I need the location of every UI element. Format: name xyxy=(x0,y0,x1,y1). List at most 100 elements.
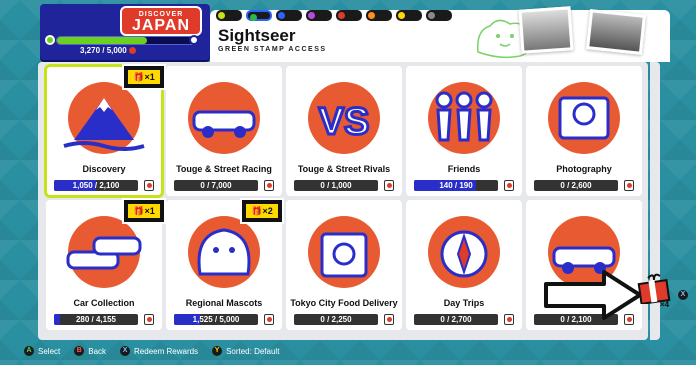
category-tab-5[interactable] xyxy=(366,10,392,21)
card-title: Touge & Street Rivals xyxy=(297,164,391,174)
category-tab-3[interactable] xyxy=(306,10,332,21)
total-points-text: 3,270 / 5,000 xyxy=(80,46,127,55)
hint-label: Select xyxy=(38,346,61,356)
b-button-icon: B xyxy=(74,346,85,356)
total-points: 3,270 / 5,000 xyxy=(80,46,136,55)
reward-count: ×1 xyxy=(144,206,155,216)
card-progress-text: 0 / 1,000 xyxy=(320,181,352,190)
card-progress-bar: 280 / 4,155 xyxy=(54,314,138,325)
card-progress-bar: 0 / 2,600 xyxy=(534,180,618,191)
hint-label: Back xyxy=(88,346,107,356)
stamp-card-vs[interactable]: VS Touge & Street Rivals 0 / 1,000 xyxy=(286,66,402,196)
stamp-icon xyxy=(264,314,274,325)
lock-icon xyxy=(428,12,435,19)
gift-count: ×4 xyxy=(660,300,670,309)
stamp-icon xyxy=(218,12,225,19)
y-button-icon: Y xyxy=(212,346,223,356)
stamp-card-people[interactable]: Friends 140 / 190 xyxy=(406,66,522,196)
reward-badge: 🎁×1 xyxy=(122,198,166,224)
stamp-card-race-cars[interactable]: Touge & Street Racing 0 / 7,000 xyxy=(166,66,282,196)
category-tab-2[interactable] xyxy=(276,10,302,21)
stamp-icon xyxy=(250,14,257,21)
card-title: Touge & Street Racing xyxy=(176,164,272,174)
arrow-right-icon xyxy=(544,270,642,320)
vs-icon: VS xyxy=(308,82,380,154)
photo-polaroid xyxy=(586,9,646,55)
compass-icon xyxy=(428,216,500,288)
stamp-card-food-bag[interactable]: Tokyo City Food Delivery 0 / 2,250 xyxy=(286,200,402,330)
page-subtitle: GREEN STAMP ACCESS xyxy=(218,46,327,53)
button-hints: A Select B Back X Redeem Rewards Y Sorted: Defa… xyxy=(24,346,279,356)
card-progress-text: 0 / 2,250 xyxy=(320,315,352,324)
reward-badge: 🎁×1 xyxy=(122,64,166,90)
lock-icon xyxy=(338,12,345,19)
stamp-icon xyxy=(128,47,136,55)
reward-count: ×1 xyxy=(144,72,155,82)
hint-select[interactable]: A Select xyxy=(24,346,60,356)
card-progress-bar: 140 / 190 xyxy=(414,180,498,191)
card-title: Regional Mascots xyxy=(185,298,263,308)
progress-end-icon xyxy=(189,35,199,45)
progress-fill xyxy=(57,37,148,44)
hint-back[interactable]: B Back xyxy=(74,346,106,356)
stamp-icon xyxy=(384,314,394,325)
x-button-icon: X xyxy=(120,346,131,356)
card-title: Discovery xyxy=(82,164,126,174)
card-progress-text: 140 / 190 xyxy=(439,181,473,190)
reward-count: ×2 xyxy=(262,206,273,216)
hint-redeem-rewards[interactable]: X Redeem Rewards xyxy=(120,346,198,356)
logo-line2: JAPAN xyxy=(131,17,191,34)
gift-icon[interactable] xyxy=(636,270,672,304)
card-progress-text: 1,525 / 5,000 xyxy=(192,315,240,324)
category-tab-6[interactable] xyxy=(396,10,422,21)
card-title: Day Trips xyxy=(443,298,485,308)
card-progress-text: 280 / 4,155 xyxy=(75,315,117,324)
category-tab-0[interactable] xyxy=(216,10,242,21)
category-tab-7[interactable] xyxy=(426,10,452,21)
card-title: Car Collection xyxy=(73,298,135,308)
stamp-icon xyxy=(384,180,394,191)
card-progress-bar: 0 / 2,250 xyxy=(294,314,378,325)
photo-polaroid xyxy=(518,6,574,54)
stamp-icon xyxy=(144,180,154,191)
total-progress-bar xyxy=(45,35,199,45)
category-tabs[interactable] xyxy=(216,10,452,22)
stamp-card-compass[interactable]: Day Trips 0 / 2,700 xyxy=(406,200,522,330)
category-tab-4[interactable] xyxy=(336,10,362,21)
stamp-icon xyxy=(504,314,514,325)
card-progress-bar: 0 / 1,000 xyxy=(294,180,378,191)
category-tab-1[interactable] xyxy=(246,10,272,21)
race-cars-icon xyxy=(188,82,260,154)
card-title: Photography xyxy=(556,164,612,174)
card-progress-text: 1,050 / 2,100 xyxy=(72,181,120,190)
stamp-icon xyxy=(504,180,514,191)
card-title: Tokyo City Food Delivery xyxy=(290,298,398,308)
redeem-x-button[interactable]: X xyxy=(678,290,688,300)
hint-sorted-default[interactable]: Y Sorted: Default xyxy=(212,346,279,356)
lock-icon xyxy=(308,12,315,19)
card-progress-text: 0 / 7,000 xyxy=(200,181,232,190)
discover-japan-logo: DISCOVER JAPAN xyxy=(120,6,202,36)
people-icon xyxy=(428,82,500,154)
stamp-card-camera[interactable]: Photography 0 / 2,600 xyxy=(526,66,642,196)
progress-start-icon xyxy=(45,35,55,45)
reward-badge: 🎁×2 xyxy=(240,198,284,224)
hint-label: Redeem Rewards xyxy=(134,346,199,356)
lock-icon xyxy=(368,12,375,19)
card-progress-bar: 1,525 / 5,000 xyxy=(174,314,258,325)
lock-icon xyxy=(278,12,285,19)
card-progress-bar: 0 / 2,700 xyxy=(414,314,498,325)
food-bag-icon xyxy=(308,216,380,288)
stamp-icon xyxy=(144,314,154,325)
stamp-icon xyxy=(264,180,274,191)
card-progress-text: 0 / 2,600 xyxy=(560,181,592,190)
card-progress-bar: 0 / 7,000 xyxy=(174,180,258,191)
page-title: Sightseer xyxy=(218,26,296,45)
a-button-icon: A xyxy=(24,346,34,356)
svg-text:VS: VS xyxy=(319,101,370,143)
card-progress-text: 0 / 2,700 xyxy=(440,315,472,324)
card-title: Friends xyxy=(447,164,481,174)
lock-icon xyxy=(398,12,405,19)
hint-label: Sorted: Default xyxy=(226,346,280,356)
card-progress-bar: 1,050 / 2,100 xyxy=(54,180,138,191)
